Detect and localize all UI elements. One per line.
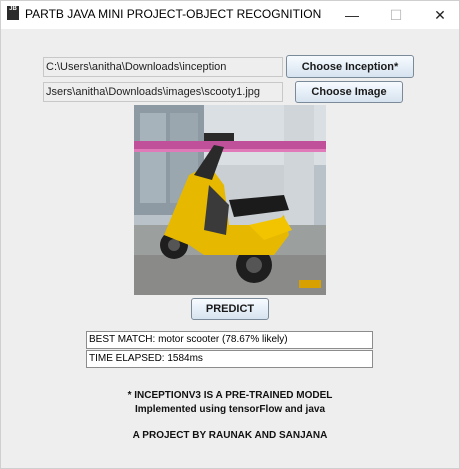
predict-button[interactable]: PREDICT <box>191 298 269 320</box>
best-match-field: BEST MATCH: motor scooter (78.67% likely… <box>86 331 373 349</box>
window-title: PARTB JAVA MINI PROJECT-OBJECT RECOGNITI… <box>25 7 322 21</box>
project-credits: A PROJECT BY RAUNAK AND SANJANA <box>132 430 328 441</box>
time-elapsed-field: TIME ELAPSED: 1584ms <box>86 350 373 368</box>
choose-inception-button[interactable]: Choose Inception* <box>286 55 414 78</box>
maximize-button[interactable]: ☐ <box>374 1 418 29</box>
java-app-icon: JB <box>7 6 19 20</box>
close-button[interactable]: ✕ <box>418 1 460 29</box>
minimize-button[interactable]: — <box>330 1 374 29</box>
implementation-note: Implemented using tensorFlow and java <box>134 404 326 415</box>
image-path-field[interactable]: Jsers\anitha\Downloads\images\scooty1.jp… <box>43 82 283 102</box>
scooter-photo <box>134 105 326 295</box>
title-bar[interactable]: JB PARTB JAVA MINI PROJECT-OBJECT RECOGN… <box>1 1 459 29</box>
choose-image-button[interactable]: Choose Image <box>295 81 403 103</box>
inception-path-field[interactable]: C:\Users\anitha\Downloads\inception <box>43 57 283 77</box>
app-window: JB PARTB JAVA MINI PROJECT-OBJECT RECOGN… <box>0 0 460 469</box>
model-note: * INCEPTIONV3 IS A PRE-TRAINED MODEL <box>127 390 333 401</box>
